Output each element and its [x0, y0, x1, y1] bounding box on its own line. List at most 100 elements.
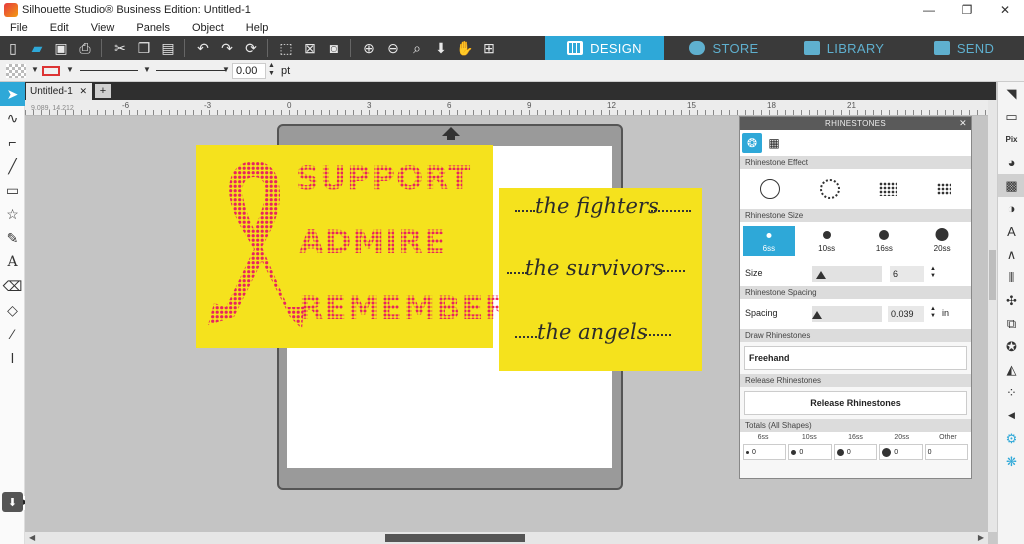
curve-tool-icon[interactable]: ⌐ — [0, 130, 25, 154]
zoom-in-icon[interactable]: ⊕ — [358, 37, 380, 59]
rhinestone-library-tab-icon[interactable]: ▦ — [764, 133, 784, 153]
chevron-down-icon[interactable]: ▼ — [143, 65, 151, 74]
line-weight-preview[interactable] — [156, 70, 226, 71]
minimize-button[interactable]: — — [910, 0, 948, 20]
document-tab[interactable]: Untitled-1 ✕ — [26, 83, 92, 100]
text-tool-icon[interactable]: A — [0, 250, 25, 274]
restore-button[interactable]: ❐ — [948, 0, 986, 20]
tab-library[interactable]: LIBRARY — [784, 36, 904, 60]
size-option-16ss[interactable]: 16ss — [858, 226, 910, 256]
zoom-selection-icon[interactable]: ⌕ — [406, 37, 428, 59]
rhinestone-ribbon-artwork[interactable]: SUPPORT ADMIRE REMEMBER — [196, 145, 509, 348]
close-icon[interactable]: ✕ — [959, 117, 967, 130]
size-option-20ss[interactable]: 20ss — [916, 226, 968, 256]
spacing-slider-track[interactable] — [812, 306, 882, 322]
tab-design[interactable]: DESIGN — [545, 36, 664, 60]
pipette-icon[interactable]: ǀ — [0, 346, 25, 370]
menu-view[interactable]: View — [91, 22, 115, 34]
fill-color-icon[interactable]: ◕ — [998, 151, 1024, 174]
add-tab-button[interactable]: + — [95, 84, 111, 98]
library-icon[interactable]: ❋ — [998, 450, 1024, 473]
offset-star-icon[interactable]: ✪ — [998, 335, 1024, 358]
dots-icon[interactable]: ⁘ — [998, 381, 1024, 404]
size-value-input[interactable]: 6 — [890, 266, 924, 282]
chevron-down-icon[interactable]: ▼ — [222, 65, 230, 74]
chevron-down-icon[interactable]: ▼ — [66, 65, 74, 74]
transform-icon[interactable]: ✣ — [998, 289, 1024, 312]
select-all-icon[interactable]: ⬚ — [275, 37, 297, 59]
knife-tool-icon[interactable]: ◇ — [0, 298, 25, 322]
line-tool-icon[interactable]: ╱ — [0, 154, 25, 178]
grid-fill-effect-icon[interactable] — [879, 182, 898, 196]
size-option-10ss[interactable]: 10ss — [801, 226, 853, 256]
freehand-button[interactable]: Freehand — [744, 346, 967, 370]
settings-gear-icon[interactable]: ⚙ — [998, 427, 1024, 450]
deselect-icon[interactable]: ⊠ — [299, 37, 321, 59]
outline-effect-icon[interactable] — [759, 179, 780, 199]
save-icon[interactable]: ▣ — [50, 37, 72, 59]
trace-icon[interactable]: ◙ — [323, 37, 345, 59]
eraser-tool-icon[interactable]: ⌫ — [0, 274, 25, 298]
menu-file[interactable]: File — [10, 22, 28, 34]
star-shape-icon[interactable]: ☆ — [0, 202, 25, 226]
vertical-scrollbar[interactable] — [988, 100, 997, 532]
pencil-tool-icon[interactable]: ✎ — [0, 226, 25, 250]
new-document-icon[interactable]: ▯ — [2, 37, 24, 59]
page-setup-icon[interactable]: ◥ — [998, 82, 1024, 105]
tab-send[interactable]: SEND — [904, 36, 1024, 60]
chevron-down-icon[interactable]: ▼ — [31, 65, 39, 74]
menu-help[interactable]: Help — [246, 22, 269, 34]
spacing-slider-handle[interactable] — [812, 311, 822, 319]
fit-to-page-icon[interactable]: ⊞ — [478, 37, 500, 59]
print-icon[interactable]: ⎙ — [74, 37, 96, 59]
open-folder-icon[interactable]: ▰ — [26, 37, 48, 59]
menu-edit[interactable]: Edit — [50, 22, 69, 34]
align-icon[interactable]: ⫴ — [998, 266, 1024, 289]
eyedropper-icon[interactable]: ⁄ — [0, 322, 25, 346]
size-slider-handle[interactable] — [816, 271, 826, 279]
sketch-icon[interactable]: ◭ — [998, 358, 1024, 381]
line-color-swatch[interactable] — [42, 66, 60, 76]
rhinestone-panel-icon[interactable]: ▩ — [998, 174, 1024, 197]
horizontal-scroll-thumb[interactable] — [385, 534, 525, 542]
rhinestone-script-artwork[interactable]: the fighters the survivors the angels — [499, 188, 702, 371]
menu-panels[interactable]: Panels — [136, 22, 170, 34]
menu-object[interactable]: Object — [192, 22, 224, 34]
point-edit-icon[interactable]: ∿ — [0, 106, 25, 130]
transparency-icon[interactable]: ◑ — [998, 197, 1024, 220]
line-style-icon[interactable]: ∧ — [998, 243, 1024, 266]
spacing-stepper[interactable]: ▲ ▼ — [930, 306, 936, 320]
spacing-value-input[interactable]: 0.039 — [888, 306, 924, 322]
rhinestone-tab-icon[interactable]: ❂ — [742, 133, 762, 153]
line-style-preview[interactable] — [80, 70, 138, 71]
cut-icon[interactable]: ✂ — [109, 37, 131, 59]
pixscan-icon[interactable]: Pix — [998, 128, 1024, 151]
line-width-stepper[interactable]: ▲ ▼ — [268, 62, 275, 78]
move-down-icon[interactable]: ⬇ — [430, 37, 452, 59]
close-window-button[interactable]: ✕ — [986, 0, 1024, 20]
release-rhinestones-button[interactable]: Release Rhinestones — [744, 391, 967, 415]
replicate-icon[interactable]: ⧉ — [998, 312, 1024, 335]
collapse-left-icon[interactable]: ◀ — [998, 404, 1024, 427]
zoom-out-icon[interactable]: ⊖ — [382, 37, 404, 59]
pan-hand-icon[interactable]: ✋ — [454, 37, 476, 59]
close-tab-icon[interactable]: ✕ — [79, 83, 87, 100]
text-style-icon[interactable]: A — [998, 220, 1024, 243]
tab-store[interactable]: STORE — [664, 36, 784, 60]
size-option-6ss[interactable]: 6ss — [742, 226, 795, 256]
select-arrow-icon[interactable]: ➤ — [0, 82, 25, 106]
redraw-icon[interactable]: ⟳ — [240, 37, 262, 59]
paste-icon[interactable]: ▤ — [157, 37, 179, 59]
document-icon[interactable]: ▭ — [998, 105, 1024, 128]
fill-color-swatch[interactable] — [6, 64, 26, 78]
scroll-right-icon[interactable]: ▶ — [978, 533, 984, 542]
size-stepper[interactable]: ▲ ▼ — [930, 266, 936, 280]
undo-icon[interactable]: ↶ — [192, 37, 214, 59]
dotted-outline-effect-icon[interactable] — [819, 179, 840, 199]
horizontal-scrollbar[interactable]: ◀ ▶ — [25, 532, 988, 544]
copy-icon[interactable]: ❐ — [133, 37, 155, 59]
rectangle-tool-icon[interactable]: ▭ — [0, 178, 25, 202]
scroll-left-icon[interactable]: ◀ — [29, 533, 35, 542]
library-import-icon[interactable]: ⬇ — [2, 492, 23, 512]
offset-fill-effect-icon[interactable] — [937, 183, 952, 195]
